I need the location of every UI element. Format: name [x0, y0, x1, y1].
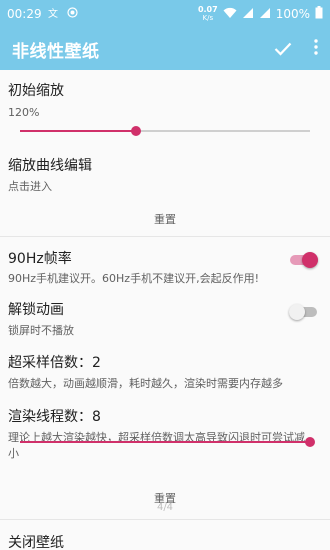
divider	[0, 519, 330, 520]
battery-percent: 100%	[275, 7, 310, 21]
unlock-animation-subtitle: 锁屏时不播放	[8, 324, 74, 337]
supersampling-title[interactable]: 超采样倍数：2	[8, 352, 101, 372]
zoom-curve-title[interactable]: 缩放曲线编辑	[8, 155, 92, 175]
battery-icon	[315, 6, 323, 22]
supersampling-subtitle: 倍数越大，动画越顺滑，耗时越久，渲染时需要内存越多	[8, 377, 283, 390]
wifi-icon	[223, 7, 237, 22]
slider-fill	[20, 441, 310, 443]
app-title: 非线性壁纸	[12, 41, 100, 62]
refresh-90hz-toggle[interactable]	[290, 252, 318, 268]
network-speed: 0.07 K/s	[197, 5, 218, 23]
render-threads-title: 渲染线程数：8	[8, 409, 101, 425]
slider-thumb[interactable]	[305, 437, 315, 447]
refresh-90hz-title: 90Hz帧率	[8, 251, 72, 267]
status-time: 00:29	[7, 7, 42, 21]
signal-icon-2	[259, 7, 271, 22]
unlock-animation-title: 解锁动画	[8, 302, 64, 318]
refresh-90hz-subtitle: 90Hz手机建议开。60Hz手机不建议开,会起反作用!	[8, 272, 259, 285]
close-wallpaper-title[interactable]: 关闭壁纸	[8, 532, 64, 550]
svg-text:文: 文	[48, 7, 58, 19]
slider-fill	[20, 130, 136, 132]
initial-zoom-slider[interactable]	[20, 125, 310, 137]
initial-zoom-title: 初始缩放	[8, 83, 64, 99]
render-threads-subtitle-line2: 小	[8, 447, 19, 460]
unlock-animation-toggle[interactable]	[289, 304, 317, 320]
notification-icon: 文	[48, 7, 61, 22]
divider	[0, 236, 330, 237]
more-options-icon[interactable]	[314, 39, 318, 59]
zoom-curve-reset-button[interactable]: 重置	[0, 211, 330, 227]
signal-icon	[242, 7, 254, 22]
zoom-curve-subtitle: 点击进入	[8, 180, 52, 193]
initial-zoom-value: 120%	[8, 106, 40, 119]
settings-list: 初始缩放 120% 缩放曲线编辑 点击进入 重置 90Hz帧率 90Hz手机建议…	[0, 70, 330, 550]
status-bar: 00:29 文 0.07 K/s 100%	[0, 0, 330, 28]
confirm-check-icon[interactable]	[274, 37, 292, 61]
page-indicator: 4/4	[156, 502, 174, 513]
record-icon	[66, 7, 78, 21]
app-bar: 非线性壁纸	[0, 28, 330, 70]
render-threads-slider[interactable]	[20, 436, 315, 448]
slider-thumb[interactable]	[131, 126, 141, 136]
